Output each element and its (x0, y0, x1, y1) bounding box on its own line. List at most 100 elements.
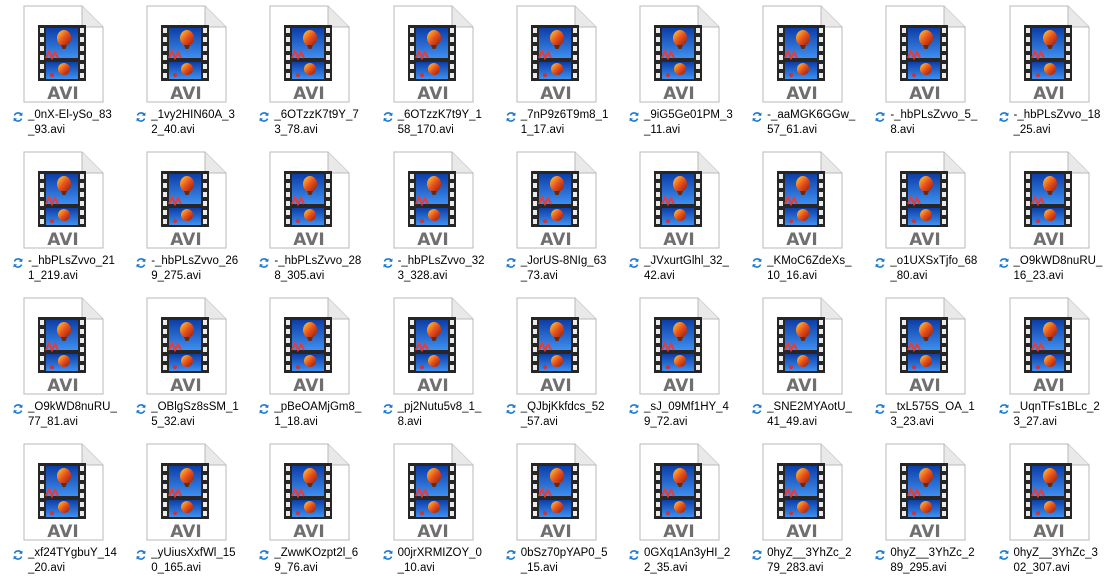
file-item[interactable]: AVI _ZwwKOzpt2l_69_76.avi (246, 438, 369, 584)
file-name: _1vy2HIN60A_32_40.avi (151, 109, 235, 136)
avi-type-label: AVI (1033, 376, 1065, 396)
sync-pending-icon (998, 256, 1010, 268)
avi-video-file-icon: AVI (880, 5, 968, 105)
avi-video-file-icon: AVI (141, 5, 229, 105)
file-item[interactable]: AVI _yUiusXxfWl_150_165.avi (123, 438, 246, 584)
file-name: _7nP9z6T9m8_11_17.avi (520, 109, 609, 136)
sync-pending-icon (505, 110, 517, 122)
file-label: _o1UXSxTjfo_68_80.avi (874, 254, 982, 286)
avi-video-file-icon: AVI (264, 443, 352, 543)
file-item[interactable]: AVI _OBlgSz8sSM_15_32.avi (123, 292, 246, 438)
file-item[interactable]: AVI -_hbPLsZvvo_18_25.avi (986, 0, 1108, 146)
avi-video-file-icon: AVI (264, 151, 352, 251)
file-item[interactable]: AVI _6OTzzK7t9Y_158_170.avi (370, 0, 493, 146)
avi-type-label: AVI (294, 522, 326, 542)
file-label: -_hbPLsZvvo_323_328.avi (382, 254, 490, 286)
avi-type-label: AVI (663, 522, 695, 542)
sync-pending-icon (751, 256, 763, 268)
sync-pending-icon (382, 402, 394, 414)
file-name: _6OTzzK7t9Y_158_170.avi (397, 109, 482, 136)
file-label: _O9kWD8nuRU_77_81.avi (12, 400, 120, 432)
file-item[interactable]: AVI _pj2Nutu5v8_1_8.avi (370, 292, 493, 438)
sync-pending-icon (258, 402, 270, 414)
file-item[interactable]: AVI _O9kWD8nuRU_77_81.avi (0, 292, 123, 438)
sync-pending-icon (135, 402, 147, 414)
file-label: _pBeOAMjGm8_1_18.avi (258, 400, 366, 432)
avi-video-file-icon: AVI (634, 151, 722, 251)
file-item[interactable]: AVI _JorUS-8NIg_63_73.avi (493, 146, 616, 292)
avi-video-file-icon: AVI (264, 297, 352, 397)
file-item[interactable]: AVI _9iG5Ge01PM_3_11.avi (616, 0, 739, 146)
avi-video-file-icon: AVI (634, 5, 722, 105)
file-item[interactable]: AVI _1vy2HIN60A_32_40.avi (123, 0, 246, 146)
file-label: _pj2Nutu5v8_1_8.avi (382, 400, 490, 432)
file-item[interactable]: AVI -_hbPLsZvvo_211_219.avi (0, 146, 123, 292)
file-item[interactable]: AVI -_hbPLsZvvo_288_305.avi (246, 146, 369, 292)
file-item[interactable]: AVI -_aaMGK6GGw_57_61.avi (739, 0, 862, 146)
avi-video-file-icon: AVI (880, 443, 968, 543)
file-item[interactable]: AVI _O9kWD8nuRU_16_23.avi (986, 146, 1108, 292)
file-name: _sJ_09Mf1HY_49_72.avi (643, 401, 729, 428)
file-item[interactable]: AVI _6OTzzK7t9Y_73_78.avi (246, 0, 369, 146)
avi-type-label: AVI (786, 84, 818, 104)
avi-video-file-icon: AVI (511, 443, 599, 543)
file-label: _SNE2MYAotU_41_49.avi (751, 400, 859, 432)
file-item[interactable]: AVI _KMoC6ZdeXs_10_16.avi (739, 146, 862, 292)
file-name: _UqnTFs1BLc_23_27.avi (1013, 401, 1100, 428)
file-label: 0bSz70pYAP0_5_15.avi (505, 546, 613, 578)
avi-video-file-icon: AVI (634, 443, 722, 543)
file-item[interactable]: AVI 0bSz70pYAP0_5_15.avi (493, 438, 616, 584)
file-item[interactable]: AVI -_hbPLsZvvo_5_8.avi (862, 0, 985, 146)
file-item[interactable]: AVI _SNE2MYAotU_41_49.avi (739, 292, 862, 438)
avi-video-file-icon: AVI (18, 443, 106, 543)
avi-type-label: AVI (170, 84, 202, 104)
file-item[interactable]: AVI _txL575S_OA_13_23.avi (862, 292, 985, 438)
file-item[interactable]: AVI _o1UXSxTjfo_68_80.avi (862, 146, 985, 292)
file-item[interactable]: AVI -_hbPLsZvvo_269_275.avi (123, 146, 246, 292)
avi-type-label: AVI (663, 84, 695, 104)
avi-type-label: AVI (910, 522, 942, 542)
sync-pending-icon (258, 548, 270, 560)
file-item[interactable]: AVI 00jrXRMIZOY_0_10.avi (370, 438, 493, 584)
file-item[interactable]: AVI 0hyZ__3YhZc_279_283.avi (739, 438, 862, 584)
file-name: _QJbjKkfdcs_52_57.avi (520, 401, 605, 428)
file-label: -_hbPLsZvvo_288_305.avi (258, 254, 366, 286)
avi-type-label: AVI (663, 376, 695, 396)
file-name: _o1UXSxTjfo_68_80.avi (890, 255, 978, 282)
file-name: _KMoC6ZdeXs_10_16.avi (767, 255, 852, 282)
file-item[interactable]: AVI _0nX-El-ySo_83_93.avi (0, 0, 123, 146)
file-label: _0nX-El-ySo_83_93.avi (12, 108, 120, 140)
avi-video-file-icon: AVI (634, 297, 722, 397)
file-item[interactable]: AVI 0GXq1An3yHI_22_35.avi (616, 438, 739, 584)
file-item[interactable]: AVI _pBeOAMjGm8_1_18.avi (246, 292, 369, 438)
file-label: _9iG5Ge01PM_3_11.avi (628, 108, 736, 140)
file-item[interactable]: AVI _sJ_09Mf1HY_49_72.avi (616, 292, 739, 438)
avi-video-file-icon: AVI (388, 443, 476, 543)
sync-pending-icon (12, 110, 24, 122)
sync-pending-icon (382, 256, 394, 268)
sync-pending-icon (258, 110, 270, 122)
file-item[interactable]: AVI _7nP9z6T9m8_11_17.avi (493, 0, 616, 146)
file-item[interactable]: AVI 0hyZ__3YhZc_302_307.avi (986, 438, 1108, 584)
avi-type-label: AVI (540, 376, 572, 396)
file-item[interactable]: AVI -_hbPLsZvvo_323_328.avi (370, 146, 493, 292)
file-item[interactable]: AVI _QJbjKkfdcs_52_57.avi (493, 292, 616, 438)
file-item[interactable]: AVI _xf24TYgbuY_14_20.avi (0, 438, 123, 584)
avi-video-file-icon: AVI (264, 5, 352, 105)
avi-type-label: AVI (47, 230, 79, 250)
sync-pending-icon (135, 548, 147, 560)
file-name: -_hbPLsZvvo_288_305.avi (274, 255, 362, 282)
avi-video-file-icon: AVI (1004, 5, 1092, 105)
file-item[interactable]: AVI _JVxurtGlhl_32_42.avi (616, 146, 739, 292)
file-label: _JVxurtGlhl_32_42.avi (628, 254, 736, 286)
avi-type-label: AVI (417, 376, 449, 396)
file-name: _txL575S_OA_13_23.avi (890, 401, 975, 428)
sync-pending-icon (135, 256, 147, 268)
file-grid: AVI _0nX-El-ySo_83_93.avi AVI _1vy2HIN60… (0, 0, 1108, 587)
file-name: 0hyZ__3YhZc_279_283.avi (767, 547, 852, 574)
avi-type-label: AVI (417, 84, 449, 104)
avi-video-file-icon: AVI (388, 151, 476, 251)
file-item[interactable]: AVI 0hyZ__3YhZc_289_295.avi (862, 438, 985, 584)
file-item[interactable]: AVI _UqnTFs1BLc_23_27.avi (986, 292, 1108, 438)
sync-pending-icon (628, 256, 640, 268)
